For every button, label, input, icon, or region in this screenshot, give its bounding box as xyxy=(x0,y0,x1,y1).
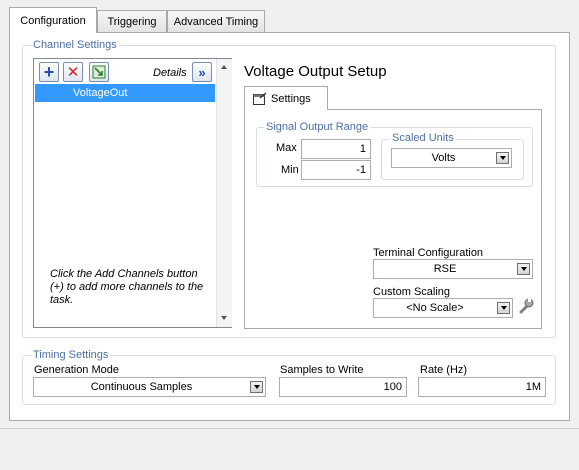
custom-scaling-select[interactable]: <No Scale> xyxy=(373,298,513,318)
remove-channel-button[interactable]: ✕ xyxy=(63,62,83,82)
settings-tab-label: Settings xyxy=(271,92,311,105)
double-chevron-right-icon: » xyxy=(198,64,206,80)
channel-scaling-button[interactable] xyxy=(89,62,109,82)
scaled-units-value: Volts xyxy=(431,152,456,164)
channel-settings-title: Channel Settings xyxy=(31,39,119,51)
dropdown-arrow-icon[interactable] xyxy=(250,381,263,393)
min-label: Min xyxy=(281,164,299,176)
voltage-output-setup-title: Voltage Output Setup xyxy=(244,63,387,80)
samples-to-write-label: Samples to Write xyxy=(280,364,364,376)
tab-settings[interactable]: Settings xyxy=(244,86,328,110)
delete-x-icon: ✕ xyxy=(66,63,80,81)
settings-icon xyxy=(253,92,267,105)
wrench-icon[interactable] xyxy=(517,297,535,315)
scaled-units-title: Scaled Units xyxy=(390,132,456,144)
generation-mode-value: Continuous Samples xyxy=(90,381,193,393)
terminal-configuration-select[interactable]: RSE xyxy=(373,259,533,279)
dropdown-arrow-icon[interactable] xyxy=(496,152,509,164)
samples-to-write-input[interactable]: 100 xyxy=(279,377,407,397)
scroll-down-icon[interactable] xyxy=(221,316,227,320)
add-channels-hint: Click the Add Channels button (+) to add… xyxy=(50,268,204,306)
custom-scaling-label: Custom Scaling xyxy=(373,286,451,298)
scaled-units-select[interactable]: Volts xyxy=(391,148,512,168)
terminal-configuration-label: Terminal Configuration xyxy=(373,247,484,259)
scaling-arrow-icon xyxy=(92,65,106,79)
generation-mode-label: Generation Mode xyxy=(34,364,119,376)
details-toggle-button[interactable]: » xyxy=(192,62,212,82)
min-input[interactable]: -1 xyxy=(301,160,371,180)
rate-input[interactable]: 1M xyxy=(418,377,546,397)
tab-triggering[interactable]: Triggering xyxy=(97,10,167,32)
timing-settings-title: Timing Settings xyxy=(31,349,111,361)
channel-list-scrollbar[interactable] xyxy=(216,59,232,327)
tab-configuration[interactable]: Configuration xyxy=(9,7,97,33)
dropdown-arrow-icon[interactable] xyxy=(517,263,530,275)
generation-mode-select[interactable]: Continuous Samples xyxy=(33,377,266,397)
rate-label: Rate (Hz) xyxy=(420,364,468,376)
details-label: Details xyxy=(153,67,187,79)
channel-item-voltageout[interactable]: VoltageOut xyxy=(35,84,215,102)
scroll-up-icon[interactable] xyxy=(221,65,227,69)
plus-icon: + xyxy=(43,62,55,82)
dropdown-arrow-icon[interactable] xyxy=(497,302,510,314)
terminal-configuration-value: RSE xyxy=(433,263,457,275)
max-label: Max xyxy=(276,142,297,154)
tab-advanced-timing[interactable]: Advanced Timing xyxy=(167,10,265,32)
bottom-divider xyxy=(0,428,579,429)
max-input[interactable]: 1 xyxy=(301,139,371,159)
custom-scaling-value: <No Scale> xyxy=(406,302,464,314)
add-channel-button[interactable]: + xyxy=(39,62,59,82)
signal-output-range-title: Signal Output Range xyxy=(264,121,371,133)
